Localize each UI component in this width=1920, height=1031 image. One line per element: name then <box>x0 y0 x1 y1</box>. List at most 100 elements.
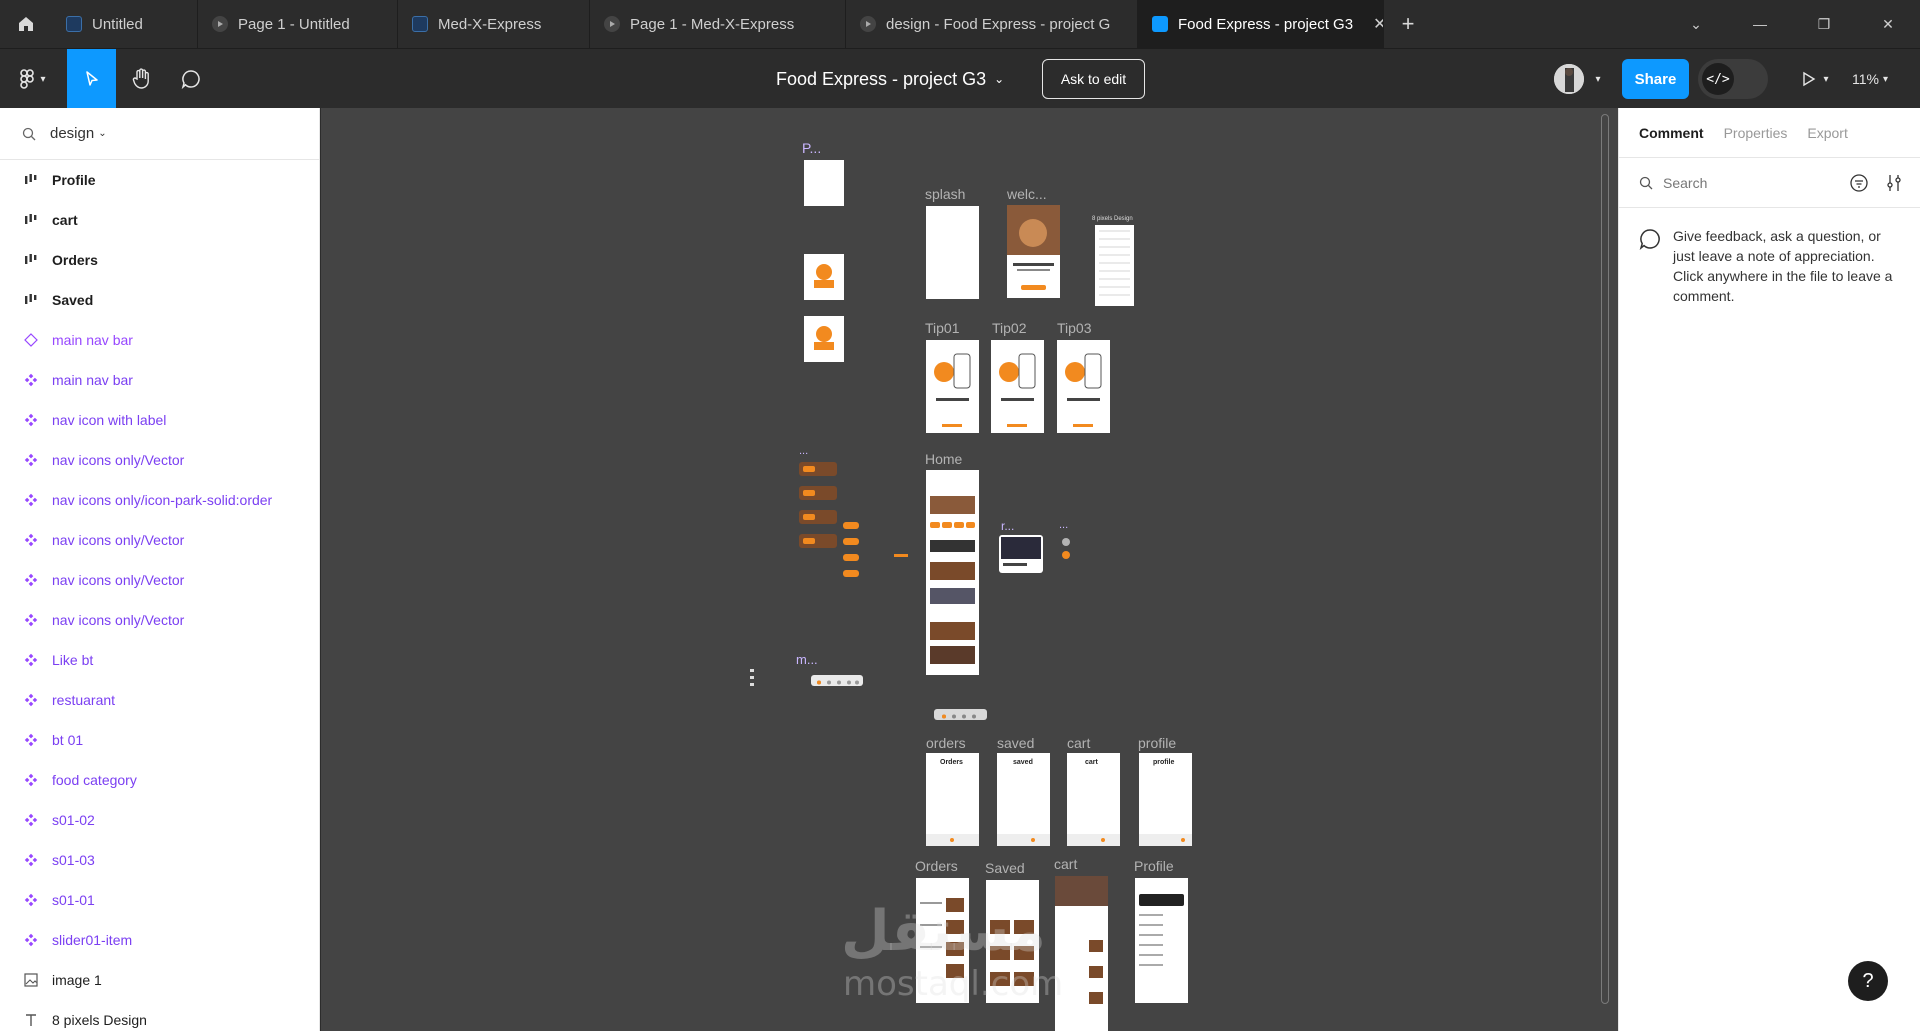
tab-page1-untitled[interactable]: Page 1 - Untitled <box>198 0 398 48</box>
frame-label[interactable]: Tip03 <box>1057 320 1092 336</box>
layer-item[interactable]: slider01-item <box>0 920 319 960</box>
frame-label[interactable]: Orders <box>915 858 958 874</box>
tab-properties[interactable]: Properties <box>1724 125 1788 141</box>
like-button-default[interactable] <box>1062 538 1070 546</box>
tab-export[interactable]: Export <box>1807 125 1847 141</box>
chevron-down-icon[interactable]: ▾ <box>1588 49 1608 109</box>
chevron-down-icon[interactable]: ⌄ <box>1664 0 1728 48</box>
layer-item[interactable]: image 1 <box>0 960 319 1000</box>
orders-frame[interactable]: Orders <box>926 753 979 846</box>
tab-food-express-g3[interactable]: Food Express - project G3 ✕ <box>1138 0 1384 48</box>
profile-frame[interactable]: profile <box>1139 753 1192 846</box>
layer-item[interactable]: nav icons only/icon-park-solid:order <box>0 480 319 520</box>
component-set-label[interactable]: ... <box>1059 519 1068 531</box>
tab-untitled[interactable]: Untitled <box>52 0 198 48</box>
slider-components[interactable] <box>841 520 861 592</box>
component-frame[interactable] <box>804 316 844 362</box>
comment-search[interactable]: Search <box>1619 158 1920 208</box>
frame-label[interactable]: orders <box>926 735 966 751</box>
frame-label[interactable]: Saved <box>985 860 1025 876</box>
cart-detail-frame[interactable] <box>1055 876 1108 1031</box>
layer-item[interactable]: nav icons only/Vector <box>0 520 319 560</box>
splash-frame[interactable] <box>926 206 979 299</box>
frame-label[interactable]: welc... <box>1007 186 1047 202</box>
minimize-icon[interactable]: — <box>1728 0 1792 48</box>
tip03-frame[interactable] <box>1057 340 1110 433</box>
close-tab-icon[interactable]: ✕ <box>1373 14 1383 34</box>
layer-item[interactable]: bt 01 <box>0 720 319 760</box>
layer-item[interactable]: Saved <box>0 280 319 320</box>
present-button[interactable]: ▾ <box>1790 49 1840 109</box>
tab-med-x-express[interactable]: Med-X-Express <box>398 0 590 48</box>
frame-label[interactable]: Tip01 <box>925 320 960 336</box>
main-nav-bar-component[interactable] <box>811 675 863 686</box>
home-frame[interactable] <box>926 470 979 675</box>
frame-label[interactable]: profile <box>1138 735 1176 751</box>
frame-label[interactable]: saved <box>997 735 1034 751</box>
layer-item[interactable]: cart <box>0 200 319 240</box>
main-menu-button[interactable]: ▾ <box>10 49 56 109</box>
layer-item[interactable]: s01-01 <box>0 880 319 920</box>
layer-item[interactable]: food category <box>0 760 319 800</box>
page-selector[interactable]: design ⌄ <box>0 108 319 160</box>
cart-frame[interactable]: cart <box>1067 753 1120 846</box>
main-nav-bar-instance[interactable] <box>934 709 987 720</box>
layer-item[interactable]: main nav bar <box>0 360 319 400</box>
tab-comment[interactable]: Comment <box>1639 125 1704 141</box>
avatar[interactable] <box>1554 64 1584 94</box>
close-window-icon[interactable]: ✕ <box>1856 0 1920 48</box>
saved-frame[interactable]: saved <box>997 753 1050 846</box>
welcome-frame[interactable] <box>1007 205 1060 298</box>
restore-icon[interactable]: ❐ <box>1792 0 1856 48</box>
layer-item[interactable]: Profile <box>0 160 319 200</box>
layer-item[interactable]: Like bt <box>0 640 319 680</box>
like-button-active[interactable] <box>1062 551 1070 559</box>
layer-item[interactable]: main nav bar <box>0 320 319 360</box>
component-set-label[interactable]: P... <box>802 140 821 156</box>
button-component[interactable] <box>894 554 908 557</box>
frame-label[interactable]: cart <box>1067 735 1090 751</box>
frame-label[interactable]: Tip02 <box>992 320 1027 336</box>
restaurant-component[interactable] <box>999 535 1043 573</box>
frame-label[interactable]: Profile <box>1134 858 1174 874</box>
component-frame[interactable] <box>804 160 844 206</box>
frame-label[interactable]: cart <box>1054 856 1077 872</box>
frame-label[interactable]: 8 pixels Design <box>1092 216 1133 222</box>
ask-to-edit-button[interactable]: Ask to edit <box>1042 59 1145 99</box>
layer-item[interactable]: s01-02 <box>0 800 319 840</box>
search-input[interactable]: Search <box>1663 175 1707 191</box>
home-button[interactable] <box>0 0 52 48</box>
tab-page1-med-x-express[interactable]: Page 1 - Med-X-Express <box>590 0 846 48</box>
canvas[interactable]: P... splash welc... 8 pixels Design Tip0… <box>321 108 1618 1031</box>
settings-sliders-icon[interactable] <box>1886 174 1902 192</box>
layer-item[interactable]: 8 pixels Design <box>0 1000 319 1031</box>
hand-tool-button[interactable] <box>116 49 166 109</box>
nav-icon-components[interactable] <box>749 668 755 690</box>
layer-item[interactable]: nav icons only/Vector <box>0 440 319 480</box>
frame-label[interactable]: Home <box>925 451 962 467</box>
layer-item[interactable]: restuarant <box>0 680 319 720</box>
component-set-label[interactable]: r... <box>1001 519 1014 533</box>
tab-design-food-express[interactable]: design - Food Express - project G <box>846 0 1138 48</box>
file-title[interactable]: Food Express - project G3 ⌄ <box>776 49 1004 109</box>
vertical-scrollbar[interactable] <box>1601 114 1609 1004</box>
frame-label[interactable]: splash <box>925 186 965 202</box>
help-button[interactable]: ? <box>1848 961 1888 1001</box>
layer-item[interactable]: nav icons only/Vector <box>0 600 319 640</box>
component-frame[interactable] <box>804 254 844 300</box>
comment-tool-button[interactable] <box>166 49 216 109</box>
filter-icon[interactable] <box>1850 174 1868 192</box>
zoom-menu[interactable]: 11% ▾ <box>1852 49 1888 109</box>
layer-item[interactable]: nav icon with label <box>0 400 319 440</box>
component-set-label[interactable]: ... <box>799 445 808 457</box>
move-tool-button[interactable] <box>67 49 116 109</box>
new-tab-button[interactable]: + <box>1384 0 1432 48</box>
component-set-label[interactable]: m... <box>796 652 818 667</box>
tip01-frame[interactable] <box>926 340 979 433</box>
layer-item[interactable]: nav icons only/Vector <box>0 560 319 600</box>
layer-item[interactable]: Orders <box>0 240 319 280</box>
spacing-frame[interactable] <box>1095 225 1134 306</box>
search-icon[interactable] <box>22 127 36 141</box>
profile-detail-frame[interactable] <box>1135 878 1188 1003</box>
share-button[interactable]: Share <box>1622 59 1689 99</box>
